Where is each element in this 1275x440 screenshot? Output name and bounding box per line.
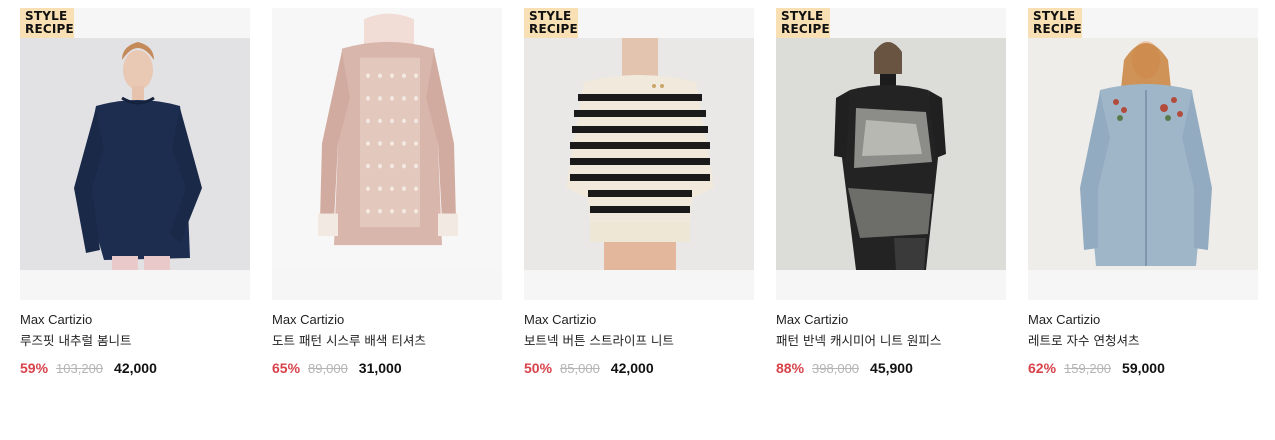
original-price: 85,000 [560, 361, 600, 376]
sale-price: 42,000 [114, 360, 157, 376]
original-price: 398,000 [812, 361, 860, 376]
product-thumbnail[interactable]: STYLE RECIPE [1028, 8, 1258, 300]
product-title[interactable]: 레트로 자수 연청셔츠 [1028, 333, 1258, 349]
style-recipe-badge: STYLE RECIPE [1028, 8, 1082, 38]
discount-rate: 65% [272, 360, 301, 376]
product-card[interactable]: STYLE RECIPE Max Cartizio 패턴 반넥 캐시미어 니트 … [776, 8, 1006, 378]
product-title[interactable]: 도트 패턴 시스루 배색 티셔츠 [272, 333, 502, 349]
original-price: 159,200 [1064, 361, 1112, 376]
original-price: 89,000 [308, 361, 348, 376]
style-recipe-badge: STYLE RECIPE [20, 8, 74, 38]
product-brand[interactable]: Max Cartizio [776, 312, 1006, 328]
sale-price: 42,000 [610, 360, 654, 376]
price-row: 65% 89,000 31,000 [272, 359, 502, 378]
product-card[interactable]: STYLE RECIPE Max Cartizio 보트넥 버튼 스트라이프 니… [524, 8, 754, 378]
sale-price: 31,000 [358, 360, 402, 376]
product-image[interactable] [272, 8, 502, 270]
product-card[interactable]: STYLE RECIPE Max Cartizio 루즈핏 내추럴 봄니트 59… [20, 8, 250, 378]
price-row: 59% 103,200 42,000 [20, 359, 250, 378]
product-title[interactable]: 보트넥 버튼 스트라이프 니트 [524, 333, 754, 349]
price-row: 50% 85,000 42,000 [524, 359, 754, 378]
discount-rate: 62% [1028, 360, 1057, 376]
product-thumbnail[interactable] [272, 8, 502, 300]
product-image[interactable] [776, 38, 1006, 270]
discount-rate: 88% [776, 360, 805, 376]
product-brand[interactable]: Max Cartizio [524, 312, 754, 328]
product-card[interactable]: STYLE RECIPE Max Cartizio 레트로 자수 연청셔츠 62… [1028, 8, 1258, 378]
product-title[interactable]: 패턴 반넥 캐시미어 니트 원피스 [776, 333, 1006, 349]
discount-rate: 59% [20, 360, 49, 376]
product-grid: STYLE RECIPE Max Cartizio 루즈핏 내추럴 봄니트 59… [20, 8, 1258, 378]
sale-price: 45,900 [870, 360, 913, 376]
product-title[interactable]: 루즈핏 내추럴 봄니트 [20, 333, 250, 349]
product-image[interactable] [1028, 38, 1258, 270]
style-recipe-badge: STYLE RECIPE [524, 8, 578, 38]
price-row: 88% 398,000 45,900 [776, 359, 1006, 378]
product-thumbnail[interactable]: STYLE RECIPE [524, 8, 754, 300]
original-price: 103,200 [56, 361, 104, 376]
product-image[interactable] [524, 38, 754, 270]
product-brand[interactable]: Max Cartizio [20, 312, 250, 328]
sale-price: 59,000 [1122, 360, 1165, 376]
product-image[interactable] [20, 38, 250, 270]
product-thumbnail[interactable]: STYLE RECIPE [776, 8, 1006, 300]
product-card[interactable]: Max Cartizio 도트 패턴 시스루 배색 티셔츠 65% 89,000… [272, 8, 502, 378]
product-brand[interactable]: Max Cartizio [272, 312, 502, 328]
price-row: 62% 159,200 59,000 [1028, 359, 1258, 378]
discount-rate: 50% [524, 360, 553, 376]
product-thumbnail[interactable]: STYLE RECIPE [20, 8, 250, 300]
style-recipe-badge: STYLE RECIPE [776, 8, 830, 38]
product-brand[interactable]: Max Cartizio [1028, 312, 1258, 328]
